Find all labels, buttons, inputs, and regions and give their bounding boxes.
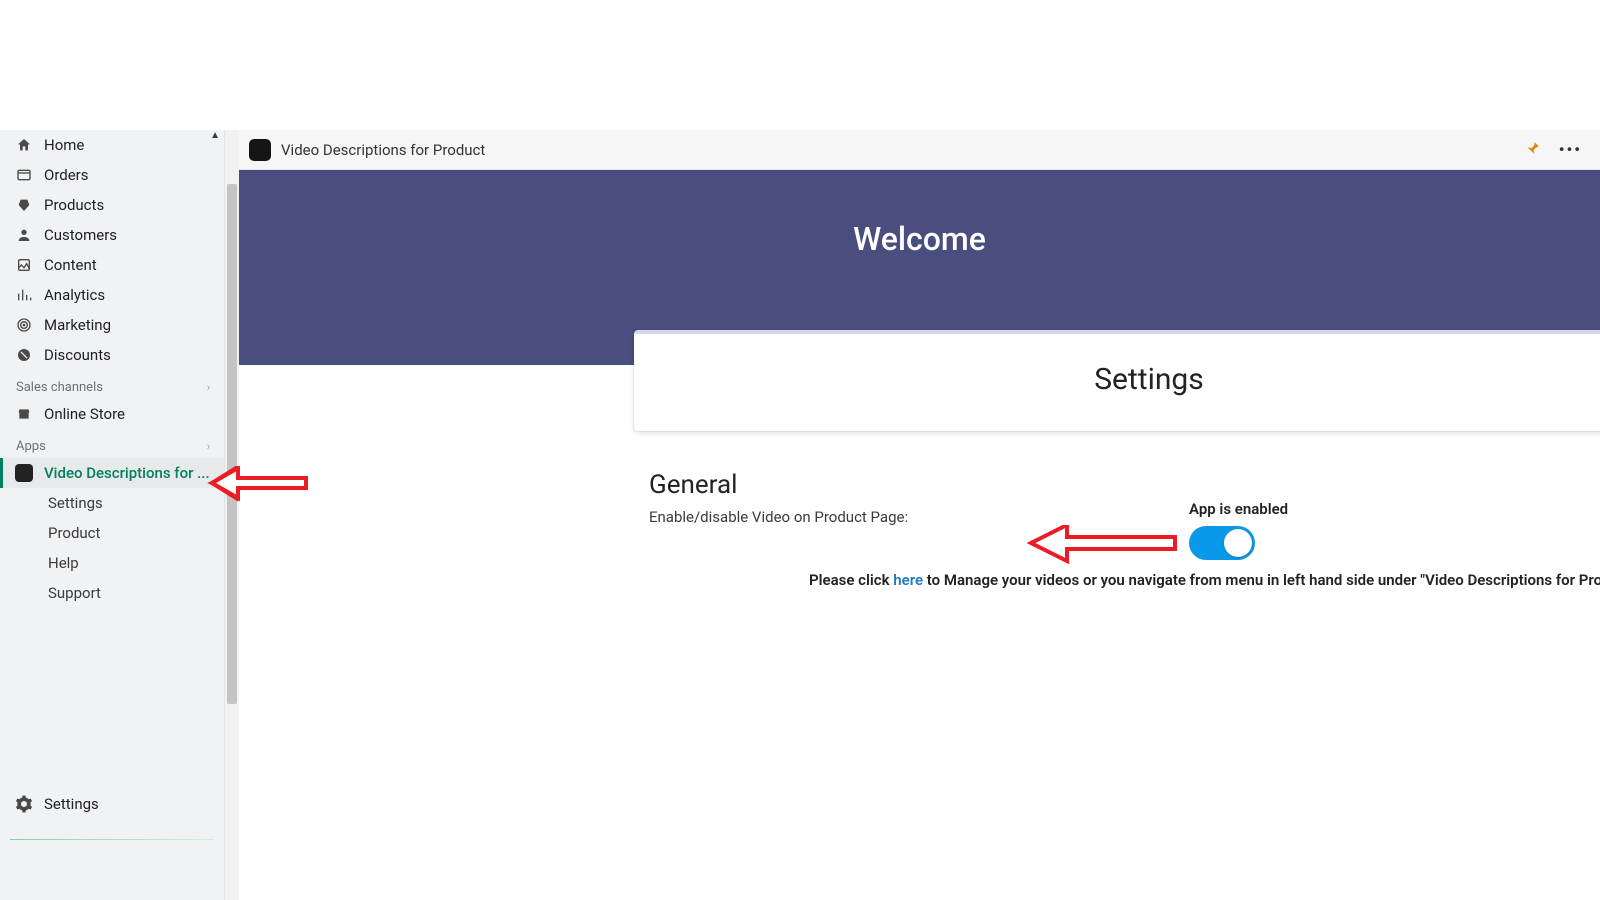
nav-products[interactable]: Products [0, 190, 224, 220]
helper-text: Please click here to Manage your videos … [809, 570, 1600, 592]
toggle-knob [1224, 529, 1252, 557]
subnav-settings[interactable]: Settings [0, 488, 224, 518]
content-icon [14, 257, 34, 273]
discounts-icon [14, 347, 34, 363]
nav-discounts-label: Discounts [44, 346, 111, 364]
nav-products-label: Products [44, 196, 104, 214]
toggle-label: App is enabled [1189, 500, 1288, 518]
nav-orders-label: Orders [44, 166, 89, 184]
vertical-scrollbar[interactable] [225, 130, 239, 900]
nav-global-settings-label: Settings [44, 795, 99, 813]
enable-toggle[interactable] [1189, 526, 1255, 560]
sidebar-item-label: Video Descriptions for ... [44, 464, 210, 482]
nav-content-label: Content [44, 256, 97, 274]
customers-icon [14, 227, 34, 243]
divider [10, 839, 214, 840]
manage-videos-link[interactable]: here [893, 571, 923, 589]
nav-customers[interactable]: Customers [0, 220, 224, 250]
subnav-help[interactable]: Help [0, 548, 224, 578]
nav-marketing[interactable]: Marketing [0, 310, 224, 340]
marketing-icon [14, 317, 34, 333]
main-content: Video Descriptions for Product ••• Welco… [239, 130, 1600, 900]
orders-icon [14, 167, 34, 183]
general-section-title: General [649, 470, 1560, 500]
card-heading: Settings [634, 362, 1600, 397]
settings-card: Settings [634, 330, 1600, 431]
products-icon [14, 197, 34, 213]
nav-online-store-label: Online Store [44, 405, 125, 423]
nav-marketing-label: Marketing [44, 316, 111, 334]
home-icon [14, 137, 34, 153]
general-section-subtitle: Enable/disable Video on Product Page: [649, 508, 1560, 526]
subnav-support[interactable]: Support [0, 578, 224, 608]
more-icon[interactable]: ••• [1559, 140, 1582, 159]
sidebar: ▲ Home Orders Products Customers [0, 130, 225, 900]
nav-online-store[interactable]: Online Store [0, 399, 224, 429]
helper-suffix: to Manage your videos or you navigate fr… [923, 571, 1600, 589]
nav-customers-label: Customers [44, 226, 117, 244]
nav-home[interactable]: Home [0, 130, 224, 160]
sales-channels-header[interactable]: Sales channels › [0, 370, 224, 399]
apps-header-label: Apps [16, 439, 46, 454]
online-store-icon [14, 406, 34, 422]
nav-analytics-label: Analytics [44, 286, 105, 304]
nav-orders[interactable]: Orders [0, 160, 224, 190]
subnav-product[interactable]: Product [0, 518, 224, 548]
scroll-up-arrow-icon[interactable]: ▲ [210, 130, 220, 141]
pin-icon[interactable] [1525, 140, 1541, 160]
apps-header[interactable]: Apps › [0, 429, 224, 458]
nav-discounts[interactable]: Discounts [0, 340, 224, 370]
app-topbar: Video Descriptions for Product ••• [239, 130, 1600, 170]
app-logo-icon [249, 139, 271, 161]
chevron-right-icon: › [207, 440, 210, 453]
nav-content[interactable]: Content [0, 250, 224, 280]
app-icon [14, 464, 34, 482]
gear-icon [14, 795, 34, 813]
chevron-right-icon: › [207, 381, 210, 394]
analytics-icon [14, 287, 34, 303]
scroll-thumb[interactable] [227, 184, 237, 704]
sales-channels-label: Sales channels [16, 380, 103, 395]
nav-home-label: Home [44, 136, 84, 154]
sidebar-item-video-descriptions[interactable]: Video Descriptions for ... [0, 458, 224, 488]
nav-global-settings[interactable]: Settings [0, 789, 224, 819]
app-title: Video Descriptions for Product [281, 141, 485, 159]
helper-prefix: Please click [809, 571, 893, 589]
nav-analytics[interactable]: Analytics [0, 280, 224, 310]
